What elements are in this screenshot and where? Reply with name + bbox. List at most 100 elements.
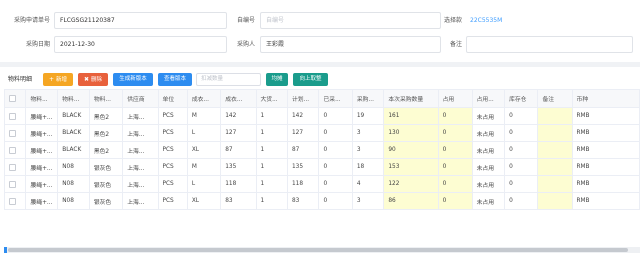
custom-no-field[interactable]: 自编号	[260, 12, 441, 29]
table-cell[interactable]: 0	[437, 124, 473, 142]
custom-no-label: 自编号	[236, 17, 255, 24]
remark-label: 备注	[449, 41, 462, 48]
table-cell: BLACK	[57, 124, 90, 142]
table-cell[interactable]: 161	[383, 107, 439, 125]
table-cell: 0	[504, 175, 539, 193]
table-row[interactable]: 腰绳+... N08 银灰色 上海... PCS L 118 1 118 0 4 122 0 未占用 0 RM…	[4, 175, 640, 193]
table-cell: 0	[504, 124, 539, 142]
col-header[interactable]: 供应商	[122, 89, 159, 108]
table-cell: 黑色2	[88, 107, 124, 125]
col-header[interactable]: 物料...	[25, 89, 59, 108]
table-cell: PCS	[157, 158, 188, 176]
add-button[interactable]: + 新增	[43, 73, 73, 86]
date-field[interactable]: 2021-12-30	[54, 36, 227, 53]
row-select-cell	[4, 175, 27, 193]
select-style-label: 选择款	[443, 17, 462, 24]
table-cell: 0	[318, 175, 353, 193]
purchase-no-label: 采购申请单号	[13, 17, 50, 24]
row-checkbox[interactable]	[9, 112, 16, 120]
table-cell[interactable]: 86	[383, 192, 439, 210]
deduct-quantity-input[interactable]: 扣减数量	[196, 73, 261, 86]
buyer-field[interactable]: 王彩霞	[260, 36, 441, 53]
delete-button[interactable]: ✖ 删除	[78, 73, 108, 86]
table-cell[interactable]	[537, 192, 573, 210]
generate-version-button[interactable]: 生成新版本	[113, 73, 153, 86]
select-style-link[interactable]: 22C5535M	[470, 12, 502, 30]
table-cell: N08	[57, 192, 90, 210]
col-header[interactable]: 占用	[437, 89, 473, 108]
table-cell: 黑色2	[88, 141, 124, 159]
table-cell: 腰绳+...	[25, 175, 59, 193]
col-header[interactable]: 单位	[157, 89, 188, 108]
select-all-checkbox[interactable]	[9, 95, 16, 102]
remark-field[interactable]	[466, 36, 633, 53]
table-cell: L	[186, 175, 222, 193]
col-header[interactable]: 物料...	[88, 89, 124, 108]
table-cell[interactable]	[537, 175, 573, 193]
row-checkbox[interactable]	[9, 146, 16, 154]
table-cell: 上海...	[122, 158, 159, 176]
row-select-cell	[4, 192, 27, 210]
table-cell: 上海...	[122, 175, 159, 193]
table-row[interactable]: 腰绳+... BLACK 黑色2 上海... PCS XL 87 1 87 0 3 90 0 未占用 0 RM…	[4, 141, 640, 159]
table-cell[interactable]: 0	[437, 141, 473, 159]
table-cell: 142	[220, 107, 257, 125]
table-row[interactable]: 腰绳+... N08 银灰色 上海... PCS XL 83 1 83 0 3 86 0 未占用 0 RMB	[4, 192, 640, 210]
table-row[interactable]: 腰绳+... BLACK 黑色2 上海... PCS M 142 1 142 0 19 161 0 未占用…	[4, 107, 640, 125]
row-select-cell	[4, 141, 27, 159]
row-checkbox[interactable]	[9, 197, 16, 205]
table-cell[interactable]: 122	[383, 175, 439, 193]
col-header[interactable]: 本次采购数量	[383, 89, 439, 108]
horizontal-scrollbar[interactable]	[4, 247, 640, 253]
round-up-button[interactable]: 向上取整	[293, 73, 328, 86]
table-cell: 腰绳+...	[25, 192, 59, 210]
detail-toolbar: 物料明细 + 新增 ✖ 删除 生成新版本 查看版本 扣减数量 均摊 向上取整	[0, 73, 640, 87]
col-header[interactable]: 库存仓	[504, 89, 539, 108]
table-cell[interactable]: 0	[437, 175, 473, 193]
row-checkbox[interactable]	[9, 180, 16, 188]
table-cell[interactable]	[537, 107, 573, 125]
view-version-button[interactable]: 查看版本	[158, 73, 192, 86]
table-cell: 0	[504, 107, 539, 125]
col-header[interactable]: 已采...	[318, 89, 353, 108]
col-header[interactable]: 大货...	[255, 89, 288, 108]
col-header[interactable]: 占用...	[471, 89, 506, 108]
table-cell[interactable]	[537, 158, 573, 176]
col-header[interactable]: 成衣...	[186, 89, 222, 108]
table-cell: 118	[220, 175, 257, 193]
table-cell[interactable]: 0	[437, 158, 473, 176]
row-checkbox[interactable]	[9, 129, 16, 137]
row-select-cell	[4, 124, 27, 142]
col-header[interactable]: 物料...	[57, 89, 90, 108]
table-cell: PCS	[157, 141, 188, 159]
col-header[interactable]: 采购...	[351, 89, 385, 108]
table-cell: XL	[186, 141, 222, 159]
table-cell: 87	[220, 141, 257, 159]
col-header[interactable]: 备注	[537, 89, 573, 108]
table-row[interactable]: 腰绳+... BLACK 黑色2 上海... PCS L 127 1 127 0 3 130 0 未占用 0…	[4, 124, 640, 142]
table-cell: RMB	[571, 141, 640, 159]
table-cell: 1	[255, 141, 288, 159]
col-header[interactable]: 计划...	[286, 89, 320, 108]
table-cell[interactable]	[537, 141, 573, 159]
table-cell[interactable]: 0	[437, 107, 473, 125]
apply-button[interactable]: 均摊	[266, 73, 288, 86]
table-cell[interactable]: 90	[383, 141, 439, 159]
table-cell: XL	[186, 192, 222, 210]
scrollbar-thumb[interactable]	[8, 248, 628, 252]
table-cell[interactable]: 130	[383, 124, 439, 142]
row-checkbox[interactable]	[9, 163, 16, 171]
col-header[interactable]: 币种	[571, 89, 640, 108]
table-cell: 腰绳+...	[25, 141, 59, 159]
table-cell: 142	[286, 107, 320, 125]
table-cell: M	[186, 107, 222, 125]
table-cell: 135	[220, 158, 257, 176]
table-cell[interactable]: 0	[437, 192, 473, 210]
table-cell[interactable]	[537, 124, 573, 142]
table-cell: M	[186, 158, 222, 176]
table-row[interactable]: 腰绳+... N08 银灰色 上海... PCS M 135 1 135 0 18 153 0 未占用 0 R…	[4, 158, 640, 176]
col-header[interactable]: 成衣...	[220, 89, 257, 108]
table-cell: 1	[255, 124, 288, 142]
purchase-no-field[interactable]: FLCGSG21120387	[54, 12, 227, 29]
table-cell[interactable]: 153	[383, 158, 439, 176]
